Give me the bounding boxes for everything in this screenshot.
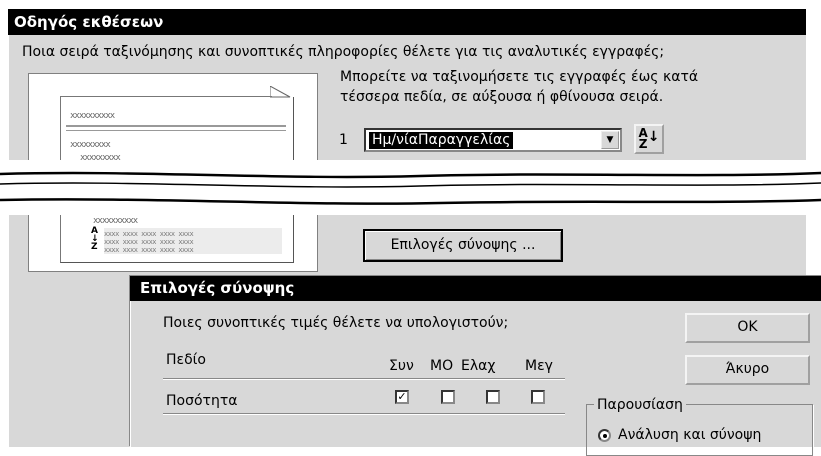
preview-rule-2: [66, 130, 286, 131]
wizard-question: Ποια σειρά ταξινόμησης και συνοπτικές πλ…: [22, 44, 665, 60]
radio-selected-dot: [603, 434, 607, 438]
table-row-divider: [163, 413, 565, 414]
sort-field-combobox[interactable]: Ημ/νίαΠαραγγελίας ▼: [364, 128, 622, 152]
column-header-field: Πεδίο: [166, 352, 206, 368]
chevron-down-icon[interactable]: ▼: [601, 131, 619, 149]
row-field-name: Ποσότητα: [166, 393, 238, 409]
max-checkbox[interactable]: [531, 390, 545, 404]
summary-dialog-question: Ποιες συνοπτικές τιμές θέλετε να υπολογι…: [163, 315, 509, 331]
column-header-sum: Συν: [389, 358, 414, 374]
preview-heading-placeholder: xxxxxxxxxx: [70, 111, 115, 121]
preview-detail-grid: xxxx xxxx xxxx xxxx xxxx xxxx xxxx xxxx …: [104, 228, 282, 254]
summary-options-button[interactable]: Επιλογές σύνοψης ...: [363, 229, 563, 262]
break-lines-graphic: [0, 171, 821, 205]
summary-dialog-title-bar: Επιλογές σύνοψης: [130, 276, 821, 301]
min-checkbox[interactable]: [486, 390, 500, 404]
table-header-divider: [163, 378, 565, 379]
cut-separator: [0, 160, 821, 215]
ok-button[interactable]: OK: [685, 313, 810, 343]
detail-and-summary-radio[interactable]: [598, 429, 611, 442]
sort-field-selected-value: Ημ/νίαΠαραγγελίας: [369, 132, 514, 149]
sum-checkbox[interactable]: ✓: [395, 390, 409, 404]
column-header-min: Ελαχ: [461, 358, 496, 374]
column-header-avg: ΜΟ: [430, 358, 454, 374]
sort-az-icon: A ↓ Z: [91, 226, 99, 252]
wizard-hint-line1: Μπορείτε να ταξινομήσετε τις εγγραφές έω…: [340, 69, 699, 85]
presentation-group-label: Παρουσίαση: [594, 397, 686, 413]
preview-paper-top-edge: [60, 96, 272, 97]
avg-checkbox[interactable]: [441, 390, 455, 404]
detail-and-summary-label[interactable]: Ανάλυση και σύνοψη: [618, 427, 761, 443]
sort-order-number: 1: [339, 132, 348, 148]
column-header-max: Μεγ: [525, 358, 553, 374]
preview-group-placeholder: xxxxxxxxx: [70, 140, 111, 150]
sort-ascending-icon: AZ: [638, 126, 648, 151]
cancel-button[interactable]: Άκυρο: [685, 355, 810, 385]
sort-ascending-button[interactable]: A Z↓: [634, 124, 664, 154]
preview-rule-1: [66, 125, 286, 127]
page-fold-icon: [270, 86, 291, 98]
wizard-hint-line2: τέσσερα πεδία, σε αύξουσα ή φθίνουσα σει…: [340, 89, 664, 105]
preview-detail-placeholder: xxxxxxxxxx: [93, 216, 138, 226]
wizard-title-bar: Οδηγός εκθέσεων: [8, 9, 806, 35]
